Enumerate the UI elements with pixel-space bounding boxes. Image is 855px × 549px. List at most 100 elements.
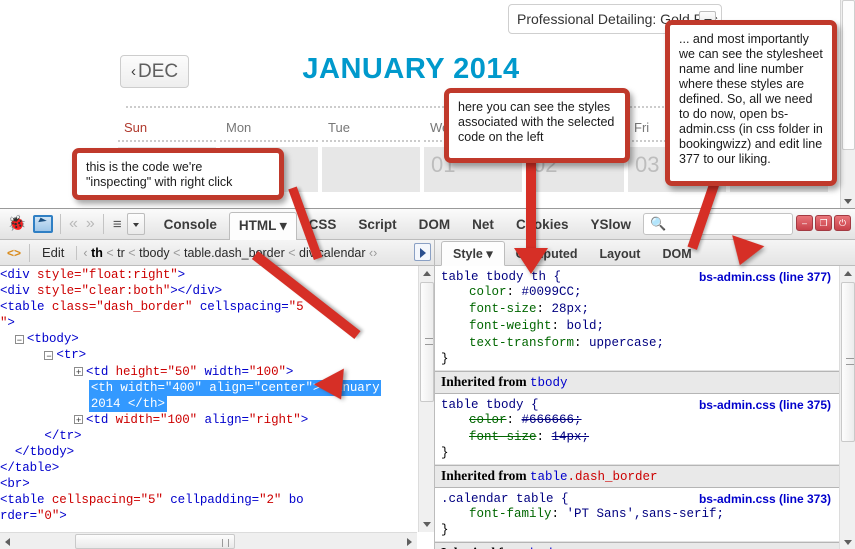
scrollbar-thumb[interactable] bbox=[842, 0, 855, 150]
html-source-code[interactable]: <div style="float:right"> <div style="cle… bbox=[0, 266, 417, 532]
css-rules-list: table tbody th { bs-admin.css (line 377)… bbox=[435, 266, 839, 549]
tab-net[interactable]: Net bbox=[462, 212, 504, 237]
chevron-down-icon[interactable] bbox=[126, 213, 145, 235]
close-glyph: ⏻ bbox=[838, 218, 847, 228]
breadcrumb-prev-arrow[interactable]: ‹ bbox=[83, 246, 87, 260]
nav-back-icon[interactable]: « bbox=[65, 215, 82, 233]
html-pane-horizontal-scrollbar[interactable] bbox=[0, 532, 417, 549]
close-icon[interactable]: ⏻ bbox=[834, 215, 851, 231]
scrollbar-thumb[interactable] bbox=[841, 282, 855, 442]
css-property[interactable]: font-weight: bold; bbox=[441, 318, 839, 335]
breadcrumb-item-table[interactable]: table.dash_border bbox=[184, 246, 285, 260]
day-header-sun: Sun bbox=[118, 120, 216, 142]
menu-icon[interactable]: ≡ bbox=[108, 216, 127, 233]
css-property-value[interactable]: 'PT Sans',sans-serif; bbox=[567, 507, 725, 521]
css-property-value[interactable]: #0099CC; bbox=[522, 285, 582, 299]
css-property-value[interactable]: uppercase; bbox=[589, 336, 664, 350]
stylesheet-source-link[interactable]: bs-admin.css (line 377) bbox=[699, 270, 831, 284]
code-line-selected[interactable]: 2014 </th> bbox=[0, 395, 417, 412]
style-pane-vertical-scrollbar[interactable] bbox=[839, 266, 855, 549]
css-property-name: font-weight bbox=[469, 319, 552, 333]
collapse-twisty[interactable]: − bbox=[14, 334, 24, 344]
chevron-up-icon[interactable] bbox=[423, 271, 431, 276]
css-property-overridden[interactable]: color: #666666; bbox=[441, 412, 839, 429]
callout-right: ... and most importantly we can see the … bbox=[665, 20, 837, 186]
tab-yslow[interactable]: YSlow bbox=[580, 212, 641, 237]
chevron-down-icon[interactable] bbox=[844, 199, 852, 204]
tab-cookies[interactable]: Cookies bbox=[506, 212, 579, 237]
css-property[interactable]: color: #0099CC; bbox=[441, 284, 839, 301]
tab-style[interactable]: Style ▾ bbox=[441, 241, 505, 266]
css-style-pane[interactable]: table tbody th { bs-admin.css (line 377)… bbox=[435, 266, 855, 549]
search-input[interactable]: 🔍 bbox=[643, 213, 793, 235]
breadcrumb-next-arrow[interactable]: ‹› bbox=[369, 246, 377, 260]
chevron-right-icon[interactable] bbox=[407, 538, 412, 546]
css-rule[interactable]: table tbody { bs-admin.css (line 375) co… bbox=[435, 394, 839, 465]
tab-script[interactable]: Script bbox=[348, 212, 406, 237]
style-panel-tabs: Style ▾ Computed Layout DOM bbox=[435, 240, 855, 266]
selected-node-cont[interactable]: 2014 </th> bbox=[88, 395, 167, 412]
callout-mid: here you can see the styles associated w… bbox=[444, 88, 630, 163]
detach-icon[interactable]: ❐ bbox=[815, 215, 832, 231]
tab-layout[interactable]: Layout bbox=[588, 243, 651, 265]
tab-html[interactable]: HTML ▾ bbox=[228, 212, 297, 240]
scrollbar-thumb[interactable] bbox=[75, 534, 235, 549]
html-source-pane[interactable]: <div style="float:right"> <div style="cle… bbox=[0, 266, 435, 549]
stylesheet-source-link[interactable]: bs-admin.css (line 373) bbox=[699, 492, 831, 506]
annotation-arrow-head-mid bbox=[514, 248, 548, 274]
expand-twisty[interactable]: + bbox=[74, 366, 84, 376]
tab-dom[interactable]: DOM bbox=[409, 212, 461, 237]
firebug-bug-icon[interactable]: 🐞 bbox=[4, 212, 30, 236]
code-line: − <tr> bbox=[44, 348, 87, 363]
chevron-up-icon[interactable] bbox=[844, 271, 852, 276]
tab-console[interactable]: Console bbox=[154, 212, 227, 237]
css-property-name: color bbox=[469, 413, 507, 427]
inherited-from-header: Inherited from tbody bbox=[435, 371, 839, 394]
stylesheet-source-link[interactable]: bs-admin.css (line 375) bbox=[699, 398, 831, 412]
chevron-down-icon[interactable]: ▾ bbox=[486, 247, 492, 261]
css-property-value[interactable]: bold; bbox=[567, 319, 605, 333]
day-cell[interactable] bbox=[322, 147, 420, 192]
expand-twisty[interactable]: + bbox=[74, 415, 84, 425]
css-property-value[interactable]: 14px; bbox=[552, 430, 590, 444]
css-rule[interactable]: .calendar table { bs-admin.css (line 373… bbox=[435, 488, 839, 542]
calendar-title: JANUARY 2014 bbox=[302, 53, 520, 85]
inherited-from-header: Inherited from table.dash_border bbox=[435, 465, 839, 488]
chevron-left-icon[interactable] bbox=[5, 538, 10, 546]
inherited-node-table[interactable]: table.dash_border bbox=[530, 470, 658, 484]
callout-right-text: ... and most importantly we can see the … bbox=[679, 32, 823, 166]
css-property-value[interactable]: 28px; bbox=[552, 302, 590, 316]
breadcrumb-item-th[interactable]: th bbox=[91, 246, 103, 260]
css-property[interactable]: text-transform: uppercase; bbox=[441, 335, 839, 352]
code-line: <br> bbox=[0, 477, 30, 492]
inspect-element-icon[interactable] bbox=[30, 212, 56, 236]
css-rule-close-brace: } bbox=[441, 446, 449, 460]
inherited-label: Inherited from bbox=[441, 374, 527, 389]
play-icon[interactable] bbox=[414, 243, 431, 261]
breadcrumb-item-tbody[interactable]: tbody bbox=[139, 246, 170, 260]
page-vertical-scrollbar[interactable] bbox=[840, 0, 855, 208]
callout-left-text: this is the code we're "inspecting" with… bbox=[86, 160, 233, 189]
chevron-down-icon[interactable]: ▾ bbox=[280, 218, 287, 233]
chevron-down-icon[interactable] bbox=[423, 522, 431, 527]
chevron-down-icon[interactable] bbox=[844, 540, 852, 545]
scrollbar-thumb[interactable] bbox=[420, 282, 434, 402]
annotation-arrow-line-mid bbox=[526, 160, 536, 250]
code-line: </table> bbox=[0, 461, 60, 476]
css-rule[interactable]: table tbody th { bs-admin.css (line 377)… bbox=[435, 266, 839, 371]
html-pane-vertical-scrollbar[interactable] bbox=[418, 266, 434, 532]
minimize-icon[interactable]: – bbox=[796, 215, 813, 231]
code-line: + <td width="100" align="right"> bbox=[74, 412, 309, 427]
breadcrumb-item-tr[interactable]: tr bbox=[117, 246, 125, 260]
css-property[interactable]: font-size: 28px; bbox=[441, 301, 839, 318]
screenshot-root: Professional Detailing: Gold Pac ‹ DEC J… bbox=[0, 0, 855, 549]
css-property-name: font-size bbox=[469, 302, 537, 316]
source-code-icon[interactable]: <> bbox=[0, 246, 29, 260]
inherited-node-tbody[interactable]: tbody bbox=[530, 376, 568, 390]
edit-button[interactable]: Edit bbox=[30, 245, 76, 260]
css-property[interactable]: font-family: 'PT Sans',sans-serif; bbox=[441, 506, 839, 523]
nav-forward-icon[interactable]: » bbox=[82, 215, 99, 233]
css-property-value[interactable]: #666666; bbox=[522, 413, 582, 427]
css-property-overridden[interactable]: font-size: 14px; bbox=[441, 429, 839, 446]
collapse-twisty[interactable]: − bbox=[44, 350, 54, 360]
